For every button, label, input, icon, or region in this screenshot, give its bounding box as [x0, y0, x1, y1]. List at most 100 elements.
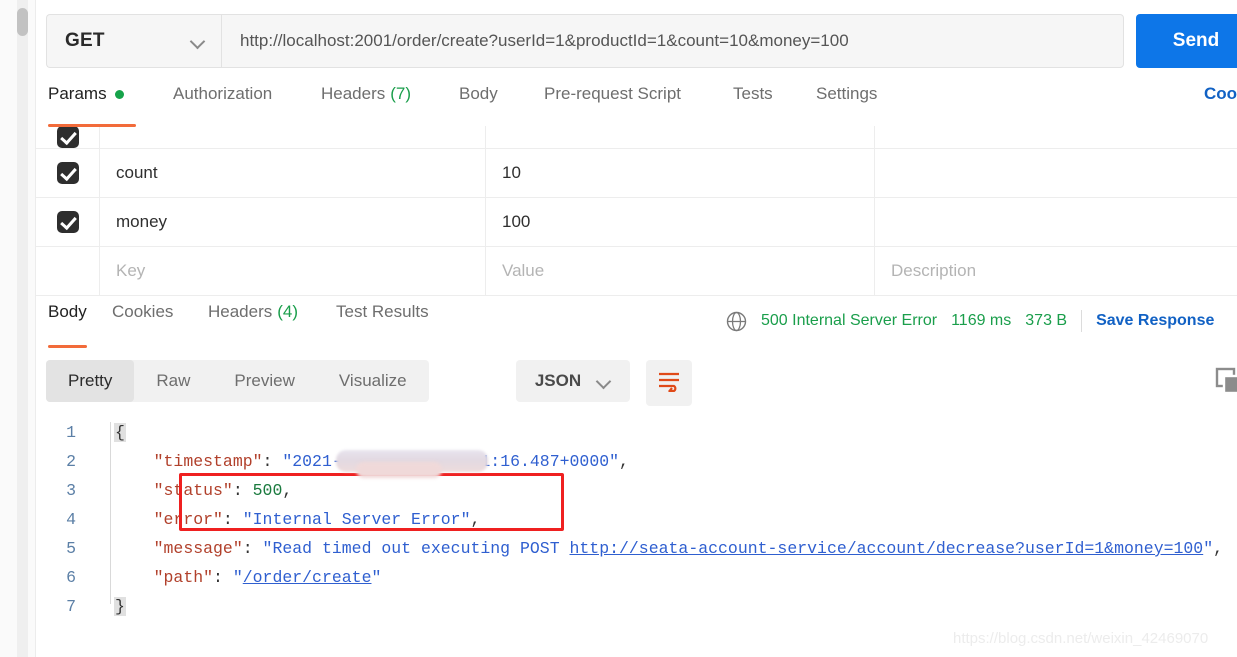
send-button[interactable]: Send — [1136, 14, 1237, 68]
code-link[interactable]: http://seata-account-service/account/dec… — [570, 539, 1204, 558]
tab-label: Params — [48, 84, 107, 103]
code-token: 500 — [252, 481, 283, 500]
response-tab-test-results[interactable]: Test Results — [336, 302, 429, 344]
description-placeholder: Description — [891, 261, 977, 280]
code-token: "2021- — [282, 452, 342, 471]
row-checkbox-cell — [36, 126, 100, 148]
response-meta: 500 Internal Server Error 1169 ms 373 B … — [726, 310, 1214, 332]
send-button-label: Send — [1172, 30, 1220, 51]
tab-label: Pre-request Script — [544, 84, 681, 103]
tab-label: Settings — [816, 84, 878, 103]
response-time: 1169 ms — [951, 312, 1012, 329]
row-key-cell[interactable] — [100, 126, 486, 148]
watermark: https://blog.csdn.net/weixin_42469070 — [953, 630, 1209, 647]
view-mode-visualize[interactable]: Visualize — [317, 360, 429, 402]
new-key-input[interactable]: Key — [100, 247, 486, 295]
tab-count-badge: (7) — [390, 84, 412, 103]
copy-button[interactable] — [1214, 366, 1237, 400]
tab-label: Authorization — [173, 84, 273, 103]
row-value-cell[interactable]: 100 — [486, 198, 875, 246]
request-tab-body[interactable]: Body — [459, 84, 498, 126]
code-token: "Internal Server Error" — [242, 510, 471, 529]
code-token: "status" — [153, 481, 233, 500]
view-mode-segmented: Pretty Raw Preview Visualize — [46, 360, 429, 402]
code-token: "error" — [153, 510, 223, 529]
response-tab-cookies[interactable]: Cookies — [112, 302, 173, 344]
save-response-button[interactable]: Save Response — [1096, 312, 1214, 330]
response-tab-body[interactable]: Body — [48, 302, 87, 348]
request-tab-settings[interactable]: Settings — [816, 84, 877, 126]
line-number: 1 — [66, 423, 76, 442]
code-token: "Read timed out executing POST — [262, 539, 570, 558]
request-tab-authorization[interactable]: Authorization — [173, 84, 272, 126]
row-checkbox-cell — [36, 198, 100, 246]
url-value: http://localhost:2001/order/create?userI… — [240, 31, 849, 50]
line-number: 7 — [66, 597, 76, 616]
row-checkbox[interactable] — [56, 126, 79, 148]
code-token: : — [242, 539, 263, 558]
code-line: "path": "/order/create" — [114, 563, 1223, 592]
tab-label: Test Results — [336, 302, 429, 321]
format-selector[interactable]: JSON — [516, 360, 630, 402]
code-line: { — [114, 418, 1223, 447]
code-token: , — [619, 452, 629, 471]
row-checkbox[interactable] — [56, 162, 79, 184]
key-placeholder: Key — [116, 261, 146, 280]
row-value-cell[interactable] — [486, 126, 875, 148]
url-input[interactable]: http://localhost:2001/order/create?userI… — [221, 14, 1124, 68]
page-scrollbar-track[interactable] — [17, 0, 28, 657]
tab-label: Tests — [733, 84, 773, 103]
response-tab-headers[interactable]: Headers (4) — [208, 302, 298, 344]
code-line: "error": "Internal Server Error", — [114, 505, 1223, 534]
row-checkbox-cell — [36, 247, 100, 295]
row-checkbox-cell — [36, 149, 100, 197]
code-token: , — [282, 481, 293, 500]
view-mode-raw[interactable]: Raw — [134, 360, 212, 402]
tab-label: Cookies — [112, 302, 174, 321]
table-row-empty: Key Value Description — [36, 247, 1237, 296]
view-mode-pretty[interactable]: Pretty — [46, 360, 135, 402]
code-token: : — [262, 452, 283, 471]
code-link[interactable]: /order/create — [243, 568, 372, 587]
wrap-lines-button[interactable] — [646, 360, 692, 406]
row-key-cell[interactable]: money — [100, 198, 486, 246]
code-line: "timestamp": "2021- .41:16.487+0000", — [114, 447, 1223, 476]
code-token: : — [213, 568, 233, 587]
chevron-down-icon — [191, 34, 205, 48]
cookies-link[interactable]: Coo — [1204, 84, 1237, 104]
format-label: JSON — [534, 371, 582, 390]
value-placeholder: Value — [502, 261, 545, 280]
code-token: , — [1213, 539, 1224, 558]
response-body-viewer[interactable]: 1 2 3 4 5 6 7 { "timestamp": "2021- .41:16.487… — [36, 418, 1237, 618]
new-description-input[interactable]: Description — [875, 247, 1237, 295]
active-tab-underline — [48, 345, 87, 348]
http-method-selector[interactable]: GET — [46, 14, 221, 68]
view-mode-preview[interactable]: Preview — [212, 360, 316, 402]
tab-label: Body — [459, 84, 498, 103]
row-description-cell[interactable] — [875, 126, 1237, 148]
request-tab-tests[interactable]: Tests — [733, 84, 773, 126]
code-token: : — [232, 481, 253, 500]
row-checkbox[interactable] — [56, 211, 79, 233]
row-key-cell[interactable]: count — [100, 149, 486, 197]
response-size: 373 B — [1025, 312, 1068, 329]
new-value-input[interactable]: Value — [486, 247, 875, 295]
code-token: " — [1203, 539, 1214, 558]
row-description-cell[interactable] — [875, 149, 1237, 197]
json-code: { "timestamp": "2021- .41:16.487+0000", … — [114, 418, 1223, 621]
divider — [1081, 310, 1083, 332]
request-tab-pre-request-script[interactable]: Pre-request Script — [544, 84, 681, 126]
request-tab-params[interactable]: Params — [48, 84, 124, 126]
line-number: 2 — [66, 452, 76, 471]
row-description-cell[interactable] — [875, 198, 1237, 246]
request-tab-headers[interactable]: Headers (7) — [321, 84, 411, 126]
url-row: GET http://localhost:2001/order/create?u… — [46, 10, 1237, 70]
row-value-cell[interactable]: 10 — [486, 149, 875, 197]
page-scrollbar-thumb[interactable] — [17, 8, 28, 36]
